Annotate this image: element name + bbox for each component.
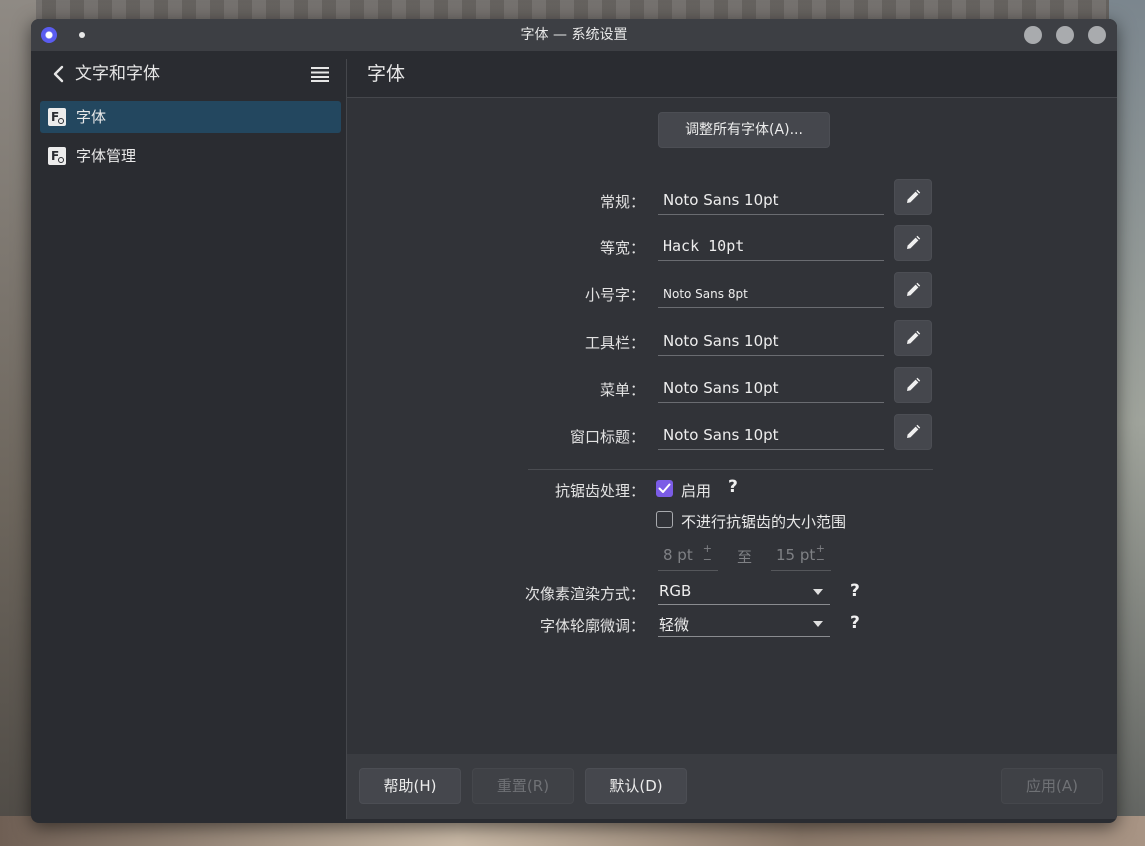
hinting-label: 字体轮廓微调： xyxy=(539,617,645,635)
sidebar-title: 文字和字体 xyxy=(75,64,160,84)
range-to-label: 至 xyxy=(737,548,753,566)
antialias-label: 抗锯齿处理： xyxy=(554,482,645,500)
antialias-enable-label[interactable]: 启用 xyxy=(681,480,711,501)
antialias-help-icon[interactable]: ? xyxy=(728,477,738,497)
sidebar-item-label: 字体 xyxy=(76,108,107,126)
exclude-range-label[interactable]: 不进行抗锯齿的大小范围 xyxy=(681,511,846,532)
exclude-to-spinbox[interactable]: 15 pt + − xyxy=(771,540,831,571)
general-font-label: 常规： xyxy=(599,193,645,211)
toolbar-font-edit-button[interactable] xyxy=(894,320,932,356)
window-title-font-field: Noto Sans 10pt xyxy=(658,421,884,450)
menu-font-label: 菜单： xyxy=(599,381,645,399)
title-bar[interactable]: 字体 — 系统设置 xyxy=(31,19,1117,51)
adjust-all-fonts-button[interactable]: 调整所有字体(A)... xyxy=(658,112,830,148)
sidebar-item-fonts[interactable]: F 字体 xyxy=(40,101,341,133)
window-title-font-label: 窗口标题： xyxy=(569,428,645,446)
toolbar-font-value: Noto Sans 10pt xyxy=(663,332,779,350)
pencil-icon xyxy=(907,235,921,249)
pencil-icon xyxy=(907,424,921,438)
subpixel-help-icon[interactable]: ? xyxy=(850,581,860,601)
defaults-button[interactable]: 默认(D) xyxy=(585,768,687,804)
window-title: 字体 — 系统设置 xyxy=(520,27,628,43)
checkmark-icon xyxy=(658,483,671,493)
fixed-width-font-label: 等宽： xyxy=(599,239,645,257)
general-font-edit-button[interactable] xyxy=(894,179,932,215)
small-font-field: Noto Sans 8pt xyxy=(658,279,884,308)
menu-font-value: Noto Sans 10pt xyxy=(663,379,779,397)
hamburger-menu-icon[interactable] xyxy=(311,66,329,82)
reset-button[interactable]: 重置(R) xyxy=(472,768,574,804)
spin-arrows-icon[interactable]: + − xyxy=(816,543,825,565)
minimize-button[interactable] xyxy=(1024,26,1042,44)
exclude-to-value: 15 pt xyxy=(776,546,816,564)
pencil-icon xyxy=(907,189,921,203)
settings-window: 字体 — 系统设置 文字和字体 F 字体 F 字体管理 字体 调整所有字体(A)… xyxy=(31,19,1117,823)
small-font-value: Noto Sans 8pt xyxy=(663,287,748,301)
subpixel-select[interactable]: RGB xyxy=(658,580,830,605)
fixed-width-font-value: Hack 10pt xyxy=(663,237,745,255)
hinting-value: 轻微 xyxy=(659,616,690,634)
small-font-edit-button[interactable] xyxy=(894,272,932,308)
pencil-icon xyxy=(907,377,921,391)
exclude-from-value: 8 pt xyxy=(663,546,693,564)
section-divider xyxy=(528,469,933,470)
pencil-icon xyxy=(907,330,921,344)
sidebar-item-label: 字体管理 xyxy=(76,147,137,165)
window-title-font-edit-button[interactable] xyxy=(894,414,932,450)
maximize-button[interactable] xyxy=(1056,26,1074,44)
hinting-select[interactable]: 轻微 xyxy=(658,612,830,637)
apply-button[interactable]: 应用(A) xyxy=(1001,768,1103,804)
sidebar-header: 文字和字体 xyxy=(35,51,346,97)
back-arrow-icon[interactable] xyxy=(50,64,68,84)
fixed-width-font-field: Hack 10pt xyxy=(658,232,884,261)
fonts-page: 调整所有字体(A)... 常规： Noto Sans 10pt 等宽： Hack… xyxy=(347,98,1117,754)
small-font-label: 小号字： xyxy=(584,286,645,304)
page-header: 字体 xyxy=(347,51,1117,97)
window-title-font-value: Noto Sans 10pt xyxy=(663,426,779,444)
subpixel-value: RGB xyxy=(659,582,692,600)
menu-font-edit-button[interactable] xyxy=(894,367,932,403)
hinting-help-icon[interactable]: ? xyxy=(850,613,860,633)
general-font-value: Noto Sans 10pt xyxy=(663,191,779,209)
general-font-field: Noto Sans 10pt xyxy=(658,186,884,215)
toolbar-font-label: 工具栏： xyxy=(584,334,645,352)
dropdown-caret-icon xyxy=(813,621,823,627)
fixed-width-font-edit-button[interactable] xyxy=(894,225,932,261)
page-title: 字体 xyxy=(367,63,406,85)
spin-arrows-icon[interactable]: + − xyxy=(703,543,712,565)
exclude-range-checkbox[interactable] xyxy=(656,511,673,528)
exclude-from-spinbox[interactable]: 8 pt + − xyxy=(658,540,718,571)
antialias-checkbox[interactable] xyxy=(656,480,673,497)
font-management-icon: F xyxy=(48,147,66,165)
subpixel-label: 次像素渲染方式： xyxy=(524,585,645,603)
menu-font-field: Noto Sans 10pt xyxy=(658,374,884,403)
close-button[interactable] xyxy=(1088,26,1106,44)
toolbar-font-field: Noto Sans 10pt xyxy=(658,327,884,356)
sidebar: 文字和字体 F 字体 F 字体管理 xyxy=(35,51,346,819)
sidebar-item-font-management[interactable]: F 字体管理 xyxy=(40,140,341,172)
dropdown-caret-icon xyxy=(813,589,823,595)
pencil-icon xyxy=(907,282,921,296)
button-bar: 帮助(H) 重置(R) 默认(D) 应用(A) xyxy=(347,754,1117,819)
font-icon: F xyxy=(48,108,66,126)
help-button[interactable]: 帮助(H) xyxy=(359,768,461,804)
